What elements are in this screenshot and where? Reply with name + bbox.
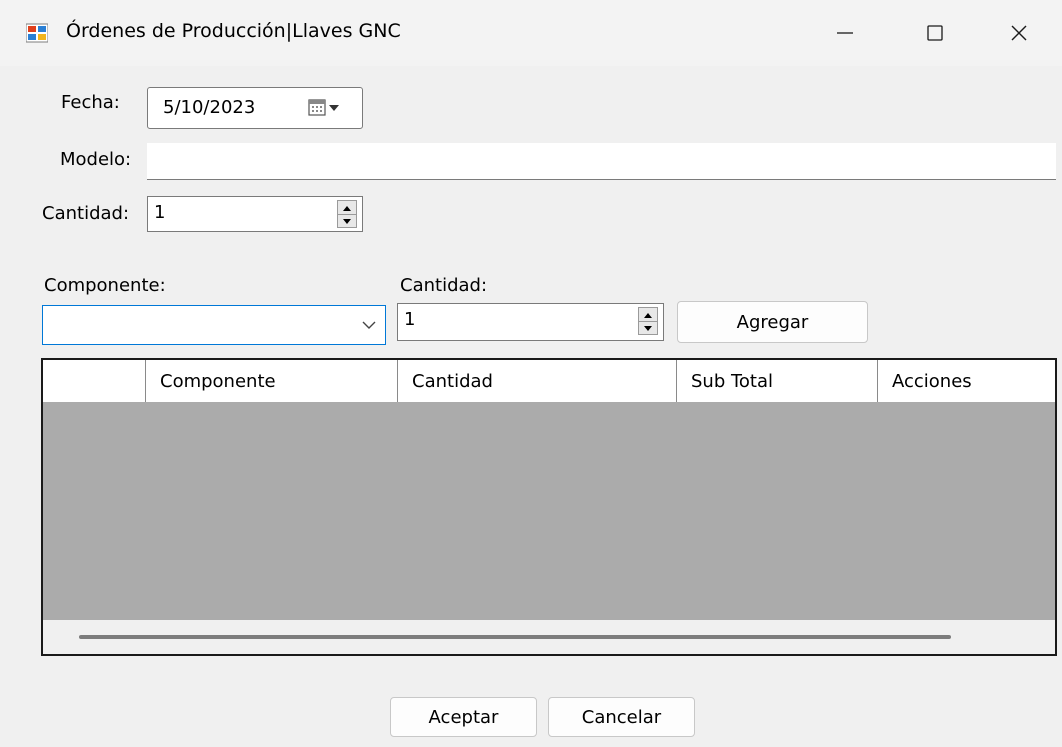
- close-button[interactable]: [974, 0, 1062, 66]
- cancelar-button[interactable]: Cancelar: [548, 697, 695, 737]
- detalle-cantidad-spinner[interactable]: 1: [397, 303, 664, 341]
- maximize-button[interactable]: [890, 0, 980, 66]
- cantidad-value: 1: [154, 202, 166, 223]
- modelo-label: Modelo:: [60, 149, 132, 170]
- cantidad-spinner[interactable]: 1: [147, 196, 363, 232]
- minimize-icon: [837, 32, 853, 34]
- cantidad-label: Cantidad:: [42, 203, 130, 224]
- minimize-button[interactable]: [800, 0, 890, 66]
- grid-column-acciones[interactable]: Acciones: [878, 360, 1055, 402]
- grid-header: Componente Cantidad Sub Total Acciones: [43, 360, 1055, 402]
- grid-column-subtotal[interactable]: Sub Total: [677, 360, 878, 402]
- window-title: Órdenes de Producción|Llaves GNC: [66, 20, 401, 42]
- chevron-down-icon[interactable]: [361, 318, 377, 332]
- componente-combobox[interactable]: [42, 305, 386, 345]
- horizontal-scrollbar[interactable]: [43, 620, 1055, 654]
- calendar-dropdown-icon[interactable]: [308, 99, 350, 117]
- componentes-grid[interactable]: Componente Cantidad Sub Total Acciones: [41, 358, 1057, 656]
- agregar-button[interactable]: Agregar: [677, 301, 868, 343]
- spin-down-icon[interactable]: [338, 214, 356, 228]
- detalle-cantidad-label: Cantidad:: [400, 275, 488, 296]
- spin-up-icon[interactable]: [639, 308, 657, 321]
- grid-column-componente[interactable]: Componente: [146, 360, 398, 402]
- cantidad-spin-buttons[interactable]: [337, 200, 357, 228]
- componente-label: Componente:: [44, 275, 166, 296]
- aceptar-button[interactable]: Aceptar: [390, 697, 537, 737]
- detalle-cantidad-value: 1: [404, 309, 416, 330]
- spin-down-icon[interactable]: [639, 321, 657, 335]
- grid-row-header-corner[interactable]: [43, 360, 146, 402]
- spin-up-icon[interactable]: [338, 201, 356, 214]
- fecha-date-picker[interactable]: 5/10/2023: [147, 87, 363, 129]
- app-form-icon: [26, 23, 48, 43]
- scrollbar-thumb[interactable]: [79, 635, 951, 639]
- close-icon: [1011, 25, 1027, 41]
- title-bar: Órdenes de Producción|Llaves GNC: [0, 0, 1062, 66]
- maximize-icon: [927, 25, 943, 41]
- fecha-label: Fecha:: [61, 92, 120, 113]
- fecha-value: 5/10/2023: [163, 97, 256, 118]
- grid-column-cantidad[interactable]: Cantidad: [398, 360, 677, 402]
- modelo-input[interactable]: [147, 143, 1056, 180]
- detalle-cantidad-spin-buttons[interactable]: [638, 307, 658, 335]
